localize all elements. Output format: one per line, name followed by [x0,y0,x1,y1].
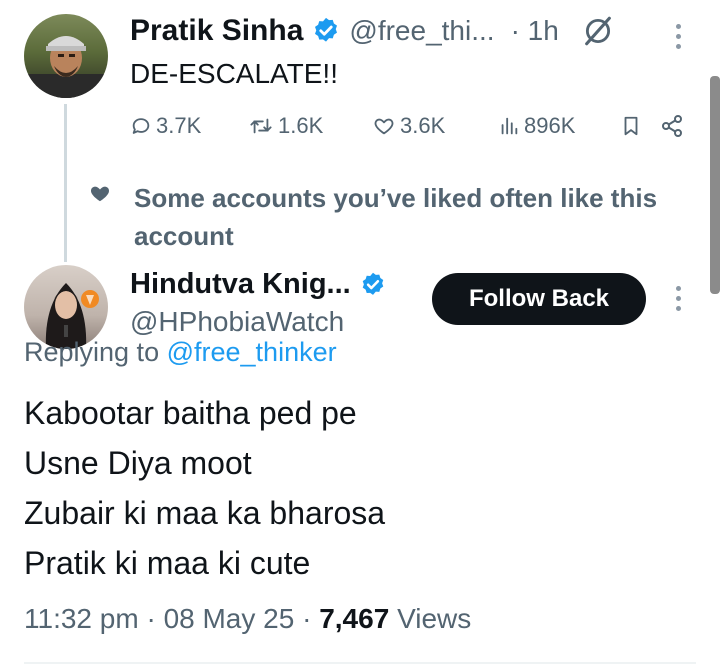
grok-icon[interactable] [581,14,615,48]
tweet1-timestamp[interactable]: · 1h [511,15,559,47]
views-count: 896K [524,113,576,138]
tweet2-line: Usne Diya moot [24,445,252,481]
tweet1-more-icon[interactable] [674,24,682,49]
avatar-pratik-sinha[interactable] [24,14,108,98]
tweet2-handle[interactable]: @HPhobiaWatch [130,306,344,338]
scrollbar[interactable] [710,76,720,294]
share-icon[interactable] [660,114,684,138]
tweet2-views-count: 7,467 [319,603,390,634]
replying-to-handle-link[interactable]: @free_thinker [167,337,337,367]
tweet2-more-icon[interactable] [674,286,682,311]
tweet2-author-name[interactable]: Hindutva Knig... [130,268,351,301]
reply-button[interactable]: 3.7K [130,113,201,139]
tweet2-date[interactable]: 08 May 25 [164,603,295,634]
views-button[interactable]: 896K [498,113,575,139]
verified-badge-icon [362,272,383,295]
tweet2-line: Pratik ki maa ki cute [24,545,311,581]
thread-line [64,104,67,262]
social-context-text: Some accounts you’ve liked often like th… [134,183,658,251]
like-button[interactable]: 3.6K [372,113,445,139]
repost-button[interactable]: 1.6K [248,113,323,139]
follow-back-button[interactable]: Follow Back [432,273,646,325]
liked-heart-icon [90,186,110,202]
tweet1-handle[interactable]: @free_thi... [349,15,494,47]
tweet1-header: Pratik Sinha @free_thi... · 1h [130,14,615,48]
avatar-image [24,36,108,98]
tweet2-line: Kabootar baitha ped pe [24,395,357,431]
divider [24,662,696,664]
tweet2-header: Hindutva Knig... [130,268,387,301]
tweet2-time[interactable]: 11:32 pm [24,603,139,634]
tweet2-views-label: Views [397,603,472,634]
tweet1-text: DE-ESCALATE!! [130,58,338,89]
verified-badge-icon [315,17,338,42]
tweet2-body: Kabootar baitha ped pe Usne Diya moot Zu… [24,388,385,588]
views-chart-icon [501,117,518,135]
replying-to-label: Replying to [24,337,160,367]
replying-to: Replying to @free_thinker [24,337,337,368]
heart-icon [374,118,394,135]
meta-separator: · [146,603,156,634]
meta-separator: · [302,603,312,634]
reply-count: 3.7K [156,113,202,138]
tweet2-line: Zubair ki maa ka bharosa [24,495,386,531]
reply-icon [132,118,150,134]
tweet1-author-name[interactable]: Pratik Sinha [130,14,303,48]
repost-icon [250,118,272,134]
tweet2-meta: 11:32 pm · 08 May 25 · 7,467 Views [24,603,471,635]
like-count: 3.6K [400,113,446,138]
bookmark-icon[interactable] [620,114,642,138]
repost-count: 1.6K [278,113,324,138]
